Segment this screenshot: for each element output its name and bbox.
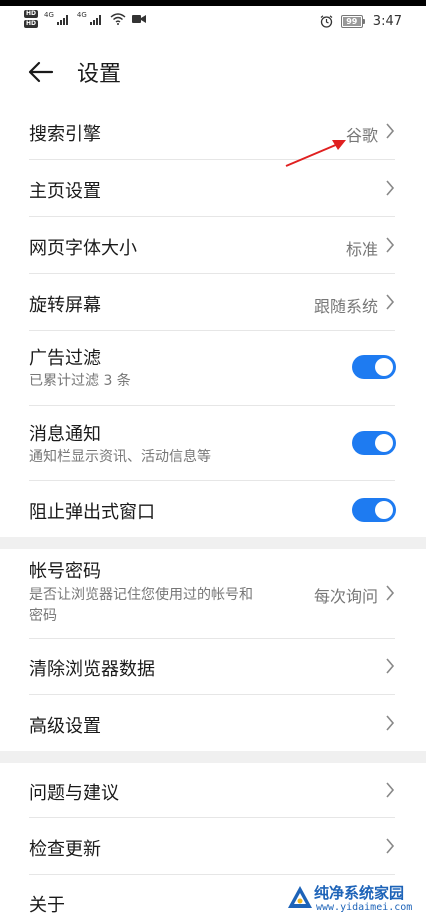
chevron-right-icon <box>386 585 395 601</box>
row-label: 检查更新 <box>29 839 101 860</box>
hd-icon: HD <box>24 10 39 18</box>
row-label: 问题与建议 <box>29 783 119 804</box>
block-popups-toggle[interactable] <box>352 498 396 522</box>
battery-icon: 99 <box>340 15 365 28</box>
row-label: 搜索引擎 <box>29 124 101 145</box>
chevron-right-icon <box>386 782 395 798</box>
hd-icons: HD HD <box>24 10 39 28</box>
row-subtitle: 是否让浏览器记住您使用过的帐号和 密码 <box>29 587 253 624</box>
battery-level: 99 <box>346 17 358 26</box>
signal-icon <box>89 15 101 25</box>
watermark-url: www.yidaimei.com <box>316 902 413 913</box>
chevron-right-icon <box>386 237 395 253</box>
video-icon <box>131 15 146 23</box>
row-label: 广告过滤 <box>29 348 101 369</box>
settings-row-homepage[interactable]: 主页设置 <box>0 160 426 216</box>
ad-filter-toggle[interactable] <box>352 355 396 379</box>
row-label: 清除浏览器数据 <box>29 659 155 680</box>
row-subtitle: 已累计过滤 3 条 <box>29 373 131 389</box>
clock: 3:47 <box>372 14 402 29</box>
chevron-right-icon <box>386 715 395 731</box>
annotation-arrow-icon <box>285 140 346 167</box>
row-label: 帐号密码 <box>29 561 101 582</box>
network-type-label: 4G <box>44 11 54 19</box>
signal-icon <box>56 15 68 25</box>
alarm-icon <box>320 15 333 28</box>
section-separator <box>0 751 426 763</box>
settings-row-block-popups: 阻止弹出式窗口 <box>0 481 426 537</box>
row-value: 谷歌 <box>345 126 378 145</box>
settings-row-advanced[interactable]: 高级设置 <box>0 695 426 751</box>
page-title: 设置 <box>77 62 122 87</box>
hd-icon: HD <box>24 20 39 28</box>
row-label: 高级设置 <box>29 716 101 737</box>
status-right: 99 3:47 <box>320 14 402 29</box>
settings-row-clear-data[interactable]: 清除浏览器数据 <box>0 639 426 694</box>
chevron-right-icon <box>386 123 395 139</box>
row-label: 旋转屏幕 <box>29 295 101 316</box>
wifi-icon <box>110 13 126 25</box>
notifications-toggle[interactable] <box>352 431 396 455</box>
settings-row-ad-filter: 广告过滤 已累计过滤 3 条 <box>0 331 426 405</box>
chevron-right-icon <box>386 294 395 310</box>
header: 设置 <box>0 50 426 94</box>
row-label: 网页字体大小 <box>29 238 137 259</box>
status-bar: HD HD 4G 4G 99 3:47 <box>0 6 426 36</box>
settings-row-notifications: 消息通知 通知栏显示资讯、活动信息等 <box>0 406 426 480</box>
section-separator <box>0 537 426 549</box>
chevron-right-icon <box>386 658 395 674</box>
watermark-logo-icon <box>288 886 312 908</box>
back-arrow-icon[interactable] <box>26 58 56 86</box>
watermark-text: 纯净系统家园 <box>314 884 405 902</box>
network-type-label: 4G <box>76 11 87 19</box>
chevron-right-icon <box>386 838 395 854</box>
row-subtitle: 通知栏显示资讯、活动信息等 <box>29 449 211 465</box>
row-value: 跟随系统 <box>313 297 378 316</box>
row-value: 每次询问 <box>313 587 378 606</box>
settings-row-font-size[interactable]: 网页字体大小 标准 <box>0 217 426 273</box>
settings-row-passwords[interactable]: 帐号密码 是否让浏览器记住您使用过的帐号和 密码 每次询问 <box>0 549 426 638</box>
row-label: 阻止弹出式窗口 <box>29 502 155 523</box>
watermark: 纯净系统家园 www.yidaimei.com <box>284 878 426 922</box>
row-label: 关于 <box>29 895 65 916</box>
row-label: 消息通知 <box>29 424 101 445</box>
settings-row-search-engine[interactable]: 搜索引擎 谷歌 <box>0 103 426 159</box>
settings-row-check-updates[interactable]: 检查更新 <box>0 818 426 874</box>
settings-row-feedback[interactable]: 问题与建议 <box>0 763 426 817</box>
row-value: 标准 <box>345 240 378 259</box>
status-left: HD HD 4G 4G <box>24 10 146 28</box>
row-label: 主页设置 <box>29 181 101 202</box>
chevron-right-icon <box>386 180 395 196</box>
settings-row-rotation[interactable]: 旋转屏幕 跟随系统 <box>0 274 426 330</box>
